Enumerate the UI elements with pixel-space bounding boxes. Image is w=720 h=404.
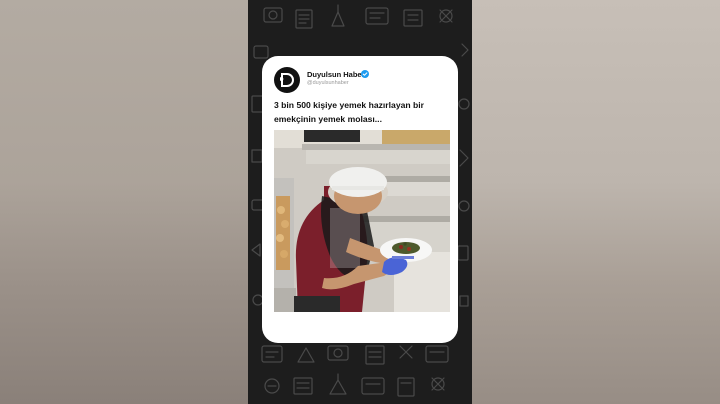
account-handle[interactable]: @duyulsunhaber [307,80,349,86]
duyulsun-logo-icon[interactable] [274,67,300,93]
blurred-background-right [472,0,720,404]
post-photo[interactable] [274,130,450,312]
post-card[interactable]: Duyulsun Haber @duyulsunhaber 3 bin 500 … [262,56,458,343]
verified-badge-icon [361,70,369,78]
post-caption: 3 bin 500 kişiye yemek hazırlayan bir em… [274,100,424,124]
logo-mark-icon [280,73,294,87]
account-name[interactable]: Duyulsun Haber [307,70,365,79]
blurred-background-left [0,0,248,404]
video-frame[interactable]: Duyulsun Haber @duyulsunhaber 3 bin 500 … [248,0,472,404]
